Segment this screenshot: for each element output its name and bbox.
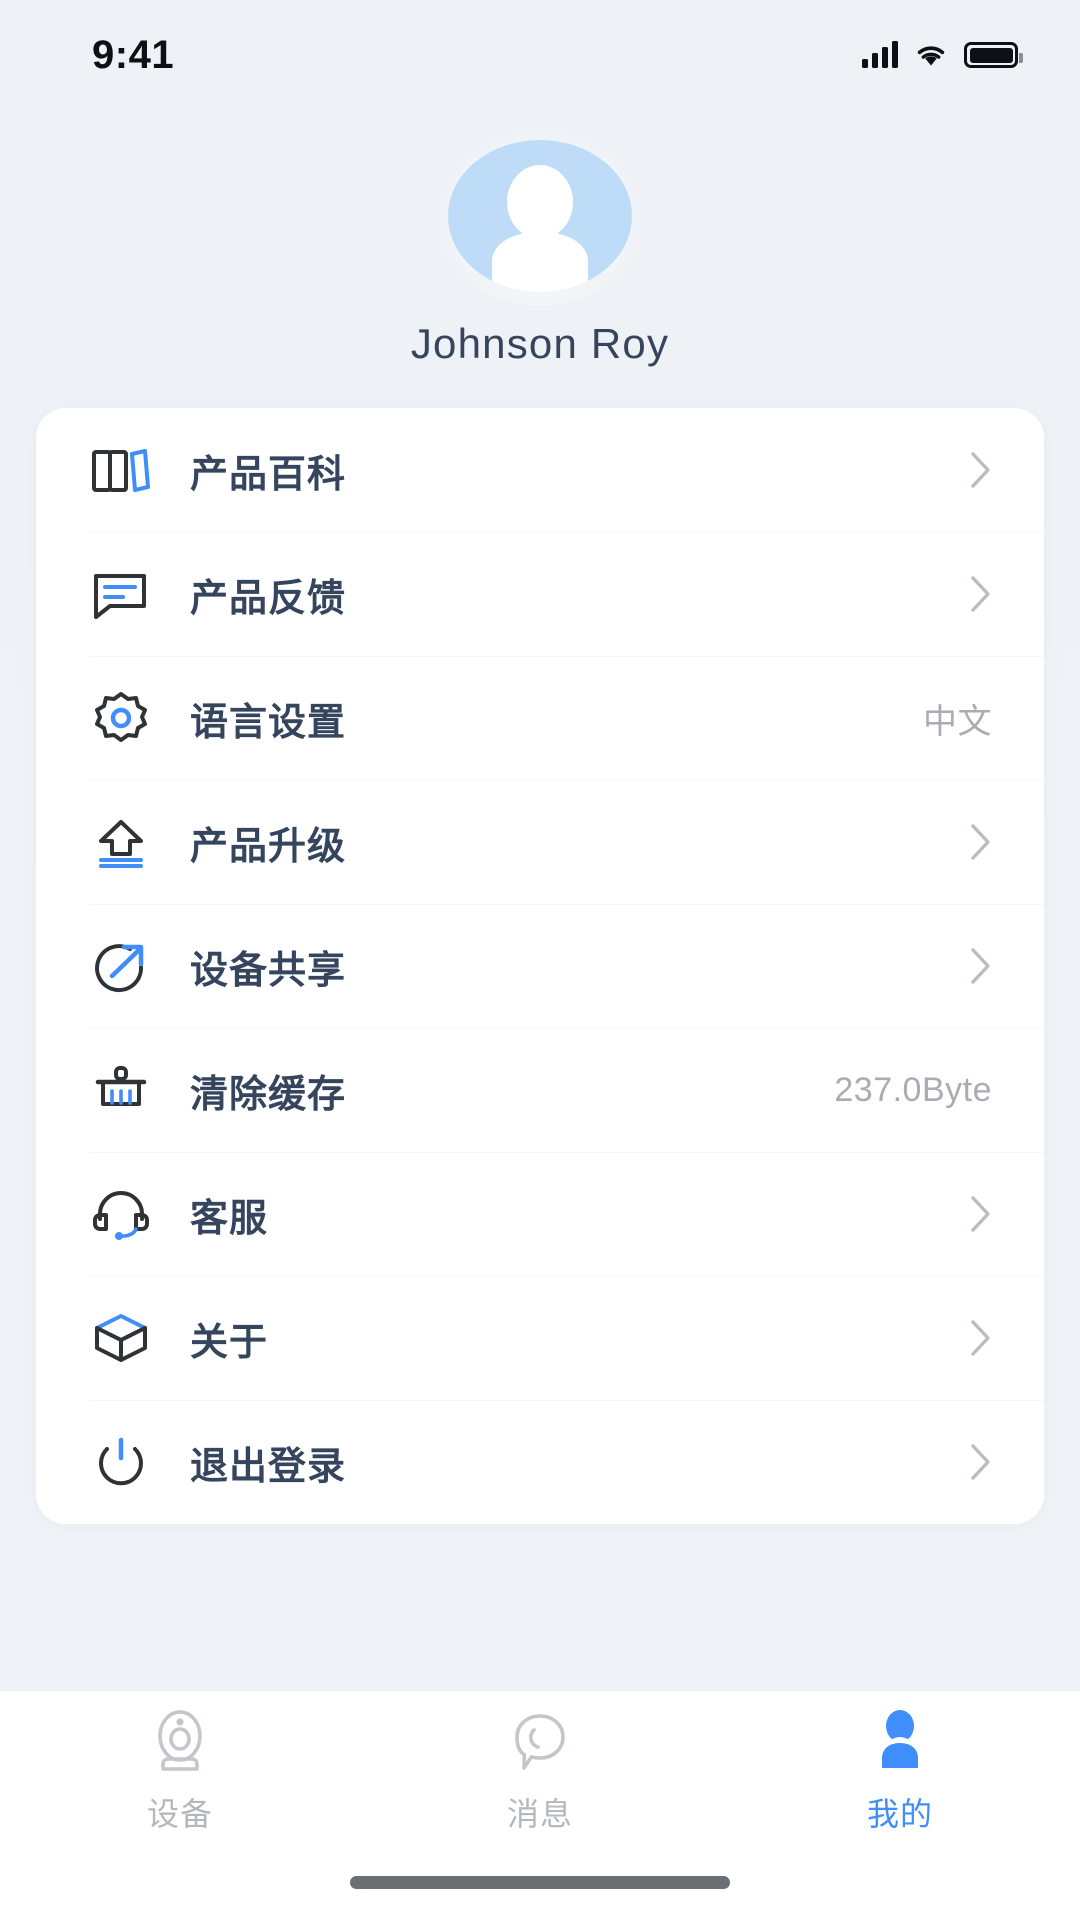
chevron-right-icon [971,576,990,612]
share-icon [90,938,166,994]
headset-icon [90,1186,166,1242]
language-value: 中文 [923,702,992,741]
gear-icon [90,690,166,746]
menu-item-product-upgrade[interactable]: 产品升级 [36,780,1044,904]
settings-menu-card: 产品百科 产品反馈 语言设置 中文 产品升级 设备共享 清除缓存 237.0By… [36,408,1044,1524]
menu-item-customer-service[interactable]: 客服 [36,1152,1044,1276]
menu-item-product-feedback[interactable]: 产品反馈 [36,532,1044,656]
status-time: 9:41 [92,32,175,77]
books-icon [90,442,166,498]
menu-item-label: 语言设置 [190,701,347,744]
tab-label: 设备 [146,1796,213,1832]
profile-header: Johnson Roy [0,110,1080,368]
menu-item-clear-cache[interactable]: 清除缓存 237.0Byte [36,1028,1044,1152]
chevron-right-icon [971,1444,990,1480]
user-avatar-icon [448,140,632,292]
cube-icon [90,1310,166,1366]
tab-label: 消息 [506,1796,573,1832]
chevron-right-icon [971,1196,990,1232]
menu-item-label: 产品百科 [190,453,347,496]
feedback-icon [90,566,166,622]
message-bubble-icon [509,1709,571,1775]
status-icons [862,41,1023,68]
wifi-icon [917,46,945,66]
menu-item-label: 产品反馈 [190,577,347,620]
status-bar: 9:41 [0,0,1080,110]
app-screen: 9:41 Johnson Roy 产品百科 产品反馈 语言设置 中文 产品升级 … [0,0,1080,1920]
user-name: Johnson Roy [410,320,670,367]
bottom-tab-bar: 设备 消息 我的 [0,1690,1080,1876]
menu-item-label: 设备共享 [190,949,347,992]
chevron-right-icon [971,824,990,860]
chevron-right-icon [971,1320,990,1356]
signal-bars-icon [862,41,898,68]
menu-item-label: 退出登录 [190,1445,347,1488]
camera-device-icon [149,1709,211,1775]
tab-mine[interactable]: 我的 [720,1709,1080,1835]
chevron-right-icon [971,452,990,488]
menu-item-logout[interactable]: 退出登录 [36,1400,1044,1524]
cache-size-value: 237.0Byte [834,1070,992,1109]
battery-icon [964,42,1023,68]
chevron-right-icon [971,948,990,984]
menu-item-label: 关于 [190,1321,269,1364]
menu-item-product-encyclopedia[interactable]: 产品百科 [36,408,1044,532]
tab-device[interactable]: 设备 [0,1709,360,1835]
home-indicator[interactable] [0,1876,1080,1920]
menu-item-about[interactable]: 关于 [36,1276,1044,1400]
tab-label: 我的 [866,1796,933,1832]
menu-item-language-settings[interactable]: 语言设置 中文 [36,656,1044,780]
menu-item-label: 产品升级 [190,825,347,868]
tab-messages[interactable]: 消息 [360,1709,720,1835]
menu-item-device-sharing[interactable]: 设备共享 [36,904,1044,1028]
avatar[interactable] [435,126,645,306]
menu-item-label: 清除缓存 [190,1073,347,1116]
power-icon [90,1434,166,1490]
broom-icon [90,1062,166,1118]
person-icon [869,1709,931,1775]
menu-item-label: 客服 [190,1197,269,1240]
upgrade-icon [90,814,166,870]
